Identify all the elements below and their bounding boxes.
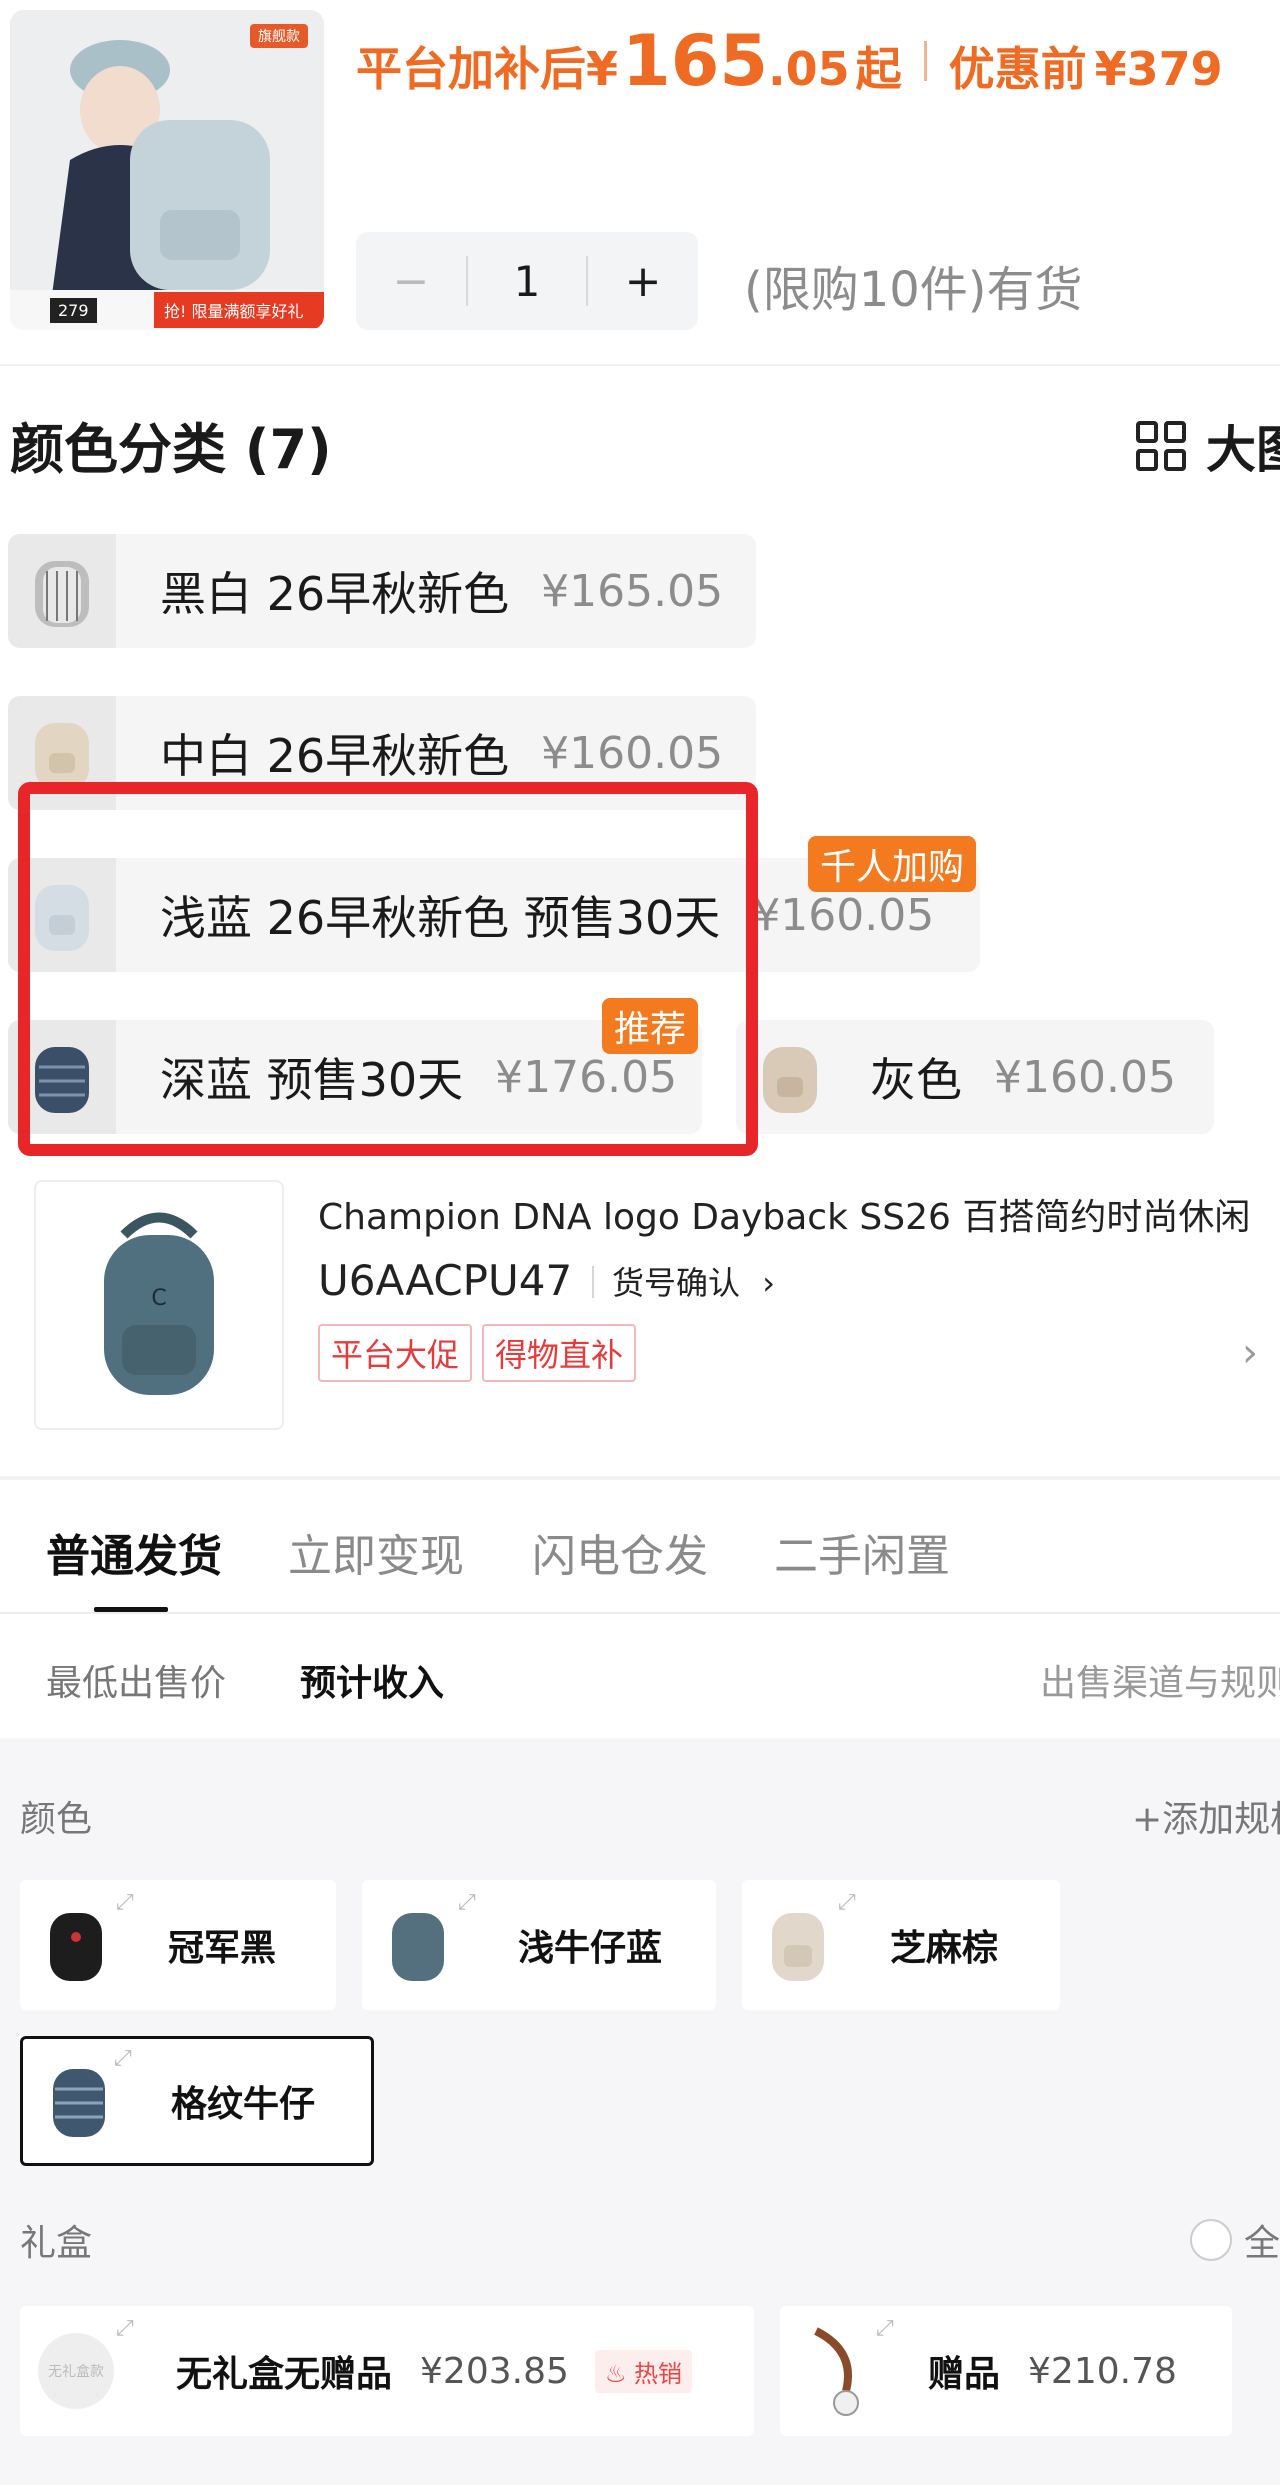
- expand-icon: ⤢: [116, 2316, 134, 2341]
- option-label: 浅牛仔蓝: [518, 1928, 663, 1969]
- price-line: 平台加补后 ¥ 165 .05 起 优惠前 ¥379: [356, 20, 1223, 102]
- color-option[interactable]: 冠军黑: [20, 1880, 336, 2010]
- price-label: 平台加补后: [356, 42, 586, 96]
- promo-pill: 平台大促: [318, 1324, 472, 1382]
- option-thumbnail: [20, 1905, 132, 1985]
- section-title: 颜色分类 (7): [10, 418, 332, 481]
- sku-option[interactable]: 黑白 26早秋新色 ¥165.05: [8, 534, 756, 648]
- option-label: 格纹牛仔: [171, 2084, 316, 2125]
- sku-thumbnail: [8, 534, 116, 648]
- no-giftbox-image: 无礼盒款: [38, 2333, 114, 2409]
- sku-name: 灰色: [870, 1053, 962, 1107]
- big-view-toggle[interactable]: 大图: [1136, 410, 1280, 482]
- color-option-selected[interactable]: 格纹牛仔: [20, 2036, 374, 2166]
- model-number: U6AACPU47: [318, 1256, 573, 1305]
- promo-pill: 得物直补: [482, 1324, 636, 1382]
- giftbox-label: 礼盒: [20, 2223, 93, 2264]
- original-price: ¥379: [1094, 42, 1223, 96]
- verify-label: 货号确认: [612, 1264, 741, 1302]
- sku-price: ¥160.05: [752, 889, 935, 941]
- option-label: 冠军黑: [168, 1928, 277, 1969]
- card-title[interactable]: Champion DNA logo Dayback SS26 百搭简约时尚休闲: [318, 1188, 1250, 1240]
- select-all-label: 全选: [1244, 2223, 1280, 2264]
- flame-icon: ♨: [604, 2359, 627, 2388]
- price-integer: 165: [622, 20, 769, 102]
- price-separator: [923, 41, 927, 81]
- option-thumbnail: [23, 2061, 135, 2141]
- quantity-value[interactable]: 1: [468, 257, 586, 306]
- color-label: 颜色: [20, 1799, 93, 1840]
- option-thumbnail: 无礼盒款: [20, 2333, 132, 2409]
- select-all[interactable]: 全选: [1190, 2214, 1280, 2266]
- sku-name: 中白 26早秋新色: [160, 729, 510, 783]
- subtab-estimated-income[interactable]: 预计收入: [300, 1654, 444, 1706]
- expand-icon: ⤢: [116, 1890, 134, 1915]
- keychain-icon: [814, 2327, 859, 2416]
- big-view-label: 大图: [1206, 421, 1280, 479]
- option-label: 芝麻棕: [890, 1928, 999, 1969]
- option-price: ¥203.85: [420, 2350, 569, 2392]
- tab-flash-warehouse[interactable]: 闪电仓发: [532, 1520, 708, 1584]
- expand-icon: ⤢: [458, 1890, 476, 1915]
- add-spec-button[interactable]: +添加规格: [1132, 1790, 1280, 1842]
- expand-icon: ⤢: [114, 2046, 132, 2071]
- popular-tag: 千人加购: [808, 836, 977, 892]
- backpack-icon: [392, 1913, 444, 1981]
- stock-status: (限购10件)有货: [744, 262, 1083, 318]
- chevron-right-icon: ›: [762, 1264, 775, 1302]
- chevron-right-icon[interactable]: ›: [1242, 1330, 1258, 1376]
- thumb-price: 279: [50, 297, 97, 323]
- thumb-badge: 旗舰款: [250, 24, 308, 48]
- option-thumbnail: [742, 1905, 854, 1985]
- option-label: 无礼盒无赠品: [176, 2354, 393, 2395]
- tab-normal-shipping[interactable]: 普通发货: [46, 1520, 222, 1584]
- quantity-stepper: − 1 +: [356, 232, 698, 330]
- sku-name: 黑白 26早秋新色: [160, 567, 510, 621]
- svg-text:C: C: [151, 1286, 166, 1311]
- thumb-promo: 抢! 限量满额享好礼: [154, 292, 324, 328]
- price-suffix: 起: [855, 42, 902, 96]
- divider: [0, 1476, 1280, 1480]
- option-price: ¥210.78: [1028, 2350, 1177, 2392]
- tab-second-hand[interactable]: 二手闲置: [774, 1520, 950, 1584]
- verify-model-link[interactable]: 货号确认 ›: [612, 1258, 775, 1304]
- divider: [0, 364, 1280, 366]
- product-thumbnail[interactable]: 旗舰款 279 抢! 限量满额享好礼: [10, 10, 324, 330]
- expand-icon: ⤢: [876, 2316, 894, 2341]
- expand-icon: ⤢: [838, 1890, 856, 1915]
- option-label: 赠品: [928, 2354, 1001, 2395]
- sku-price: ¥160.05: [541, 727, 724, 779]
- hot-badge: ♨ 热销: [594, 2349, 693, 2393]
- giftbox-option[interactable]: 赠品 ¥210.78: [780, 2306, 1232, 2436]
- color-option[interactable]: 浅牛仔蓝: [362, 1880, 716, 2010]
- color-option[interactable]: 芝麻棕: [742, 1880, 1060, 2010]
- sku-option[interactable]: 灰色 ¥160.05: [736, 1020, 1214, 1134]
- tab-instant-cash[interactable]: 立即变现: [288, 1520, 464, 1584]
- backpack-icon: [35, 723, 89, 789]
- sku-price: ¥165.05: [541, 565, 724, 617]
- backpack-image: C: [104, 1212, 214, 1395]
- backpack-icon: [772, 1913, 824, 1981]
- backpack-model-image: [10, 10, 324, 330]
- card-separator: [592, 1266, 594, 1298]
- increase-button[interactable]: +: [588, 256, 698, 307]
- highlight-box: [18, 782, 758, 1156]
- divider: [0, 1612, 1280, 1614]
- backpack-icon: [53, 2069, 105, 2137]
- price-decimal: .05: [768, 42, 850, 96]
- original-price-label: 优惠前: [948, 42, 1087, 96]
- subtab-lowest-price[interactable]: 最低出售价: [46, 1654, 226, 1706]
- price-currency: ¥: [586, 42, 619, 96]
- sku-price: ¥160.05: [994, 1051, 1176, 1103]
- backpack-icon: [763, 1047, 817, 1113]
- backpack-icon: [50, 1913, 102, 1981]
- backpack-icon: [35, 561, 89, 627]
- decrease-button[interactable]: −: [356, 256, 466, 307]
- radio-icon: [1190, 2219, 1232, 2261]
- thumb-banner: 279 抢! 限量满额享好礼: [10, 290, 324, 330]
- sales-rules-link[interactable]: 出售渠道与规则: [1040, 1654, 1280, 1706]
- card-product-image[interactable]: C: [34, 1180, 284, 1430]
- option-thumbnail: [362, 1905, 474, 1985]
- grid-icon: [1136, 421, 1186, 471]
